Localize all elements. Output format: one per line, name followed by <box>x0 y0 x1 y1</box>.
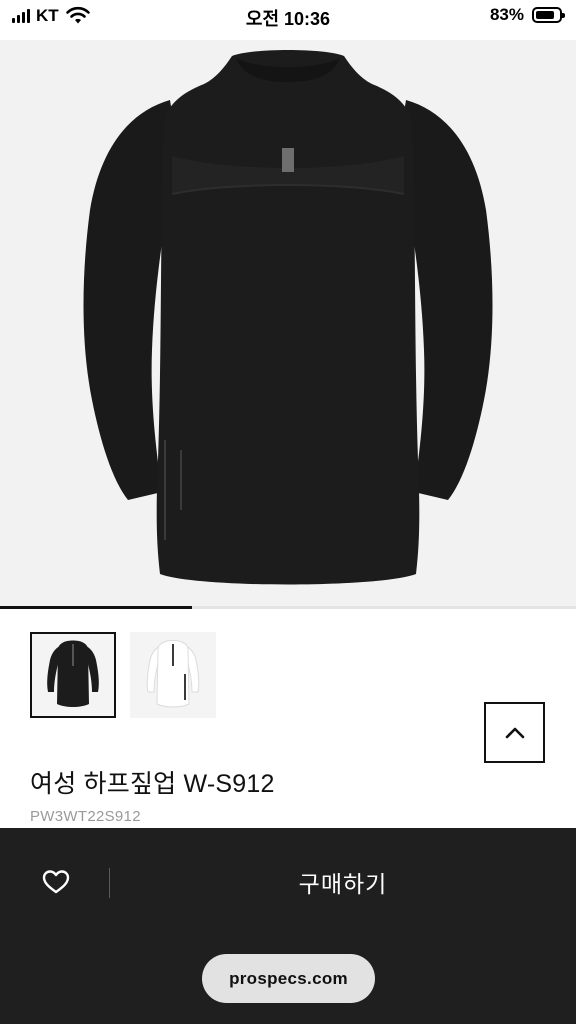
thumbnail-white[interactable] <box>130 632 216 718</box>
carousel-progress-indicator <box>0 606 192 609</box>
purchase-bar: 구매하기 prospecs.com <box>0 828 576 1024</box>
thumbnail-black[interactable] <box>30 632 116 718</box>
buy-button[interactable]: 구매하기 <box>110 854 576 910</box>
status-bar: KT 오전 10:36 83% <box>0 0 576 40</box>
battery-icon <box>532 7 565 23</box>
scroll-top-button[interactable] <box>484 702 545 763</box>
browser-url-pill[interactable]: prospecs.com <box>202 954 375 1003</box>
product-name: 여성 하프짚업 W-S912 <box>30 770 275 798</box>
product-image[interactable] <box>0 40 576 606</box>
battery-fill <box>536 11 555 19</box>
product-code: PW3WT22S912 <box>30 808 141 825</box>
shirt-back-illustration <box>0 40 576 606</box>
wishlist-button[interactable] <box>34 864 78 900</box>
chevron-up-icon <box>505 727 524 738</box>
battery-percent: 83% <box>489 5 524 24</box>
shirt-front-thumbnail <box>132 634 214 716</box>
shirt-front-thumbnail <box>32 634 114 716</box>
status-right: 83% <box>489 5 565 25</box>
carousel-progress <box>0 606 576 609</box>
heart-icon <box>42 870 70 894</box>
